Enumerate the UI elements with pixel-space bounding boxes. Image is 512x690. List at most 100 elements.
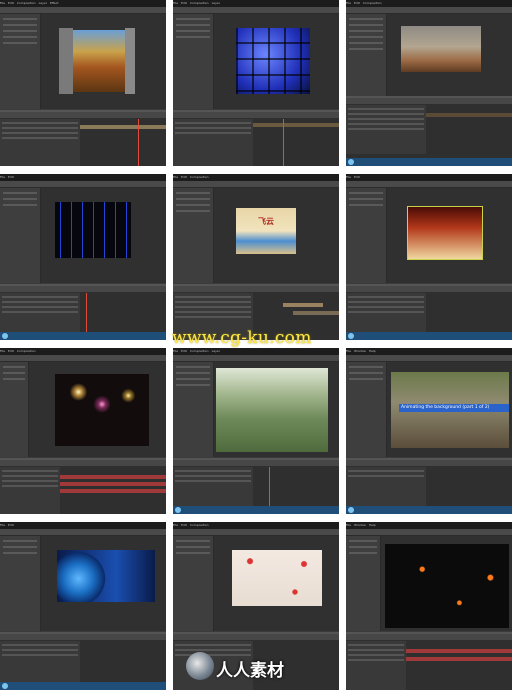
timeline-panel[interactable] <box>0 458 166 514</box>
composition-viewer[interactable] <box>214 362 339 457</box>
timeline-track[interactable] <box>426 105 512 154</box>
menu-layer[interactable]: Layer <box>39 1 47 5</box>
composition-viewer[interactable] <box>381 536 512 631</box>
project-panel[interactable] <box>0 14 41 109</box>
timeline-track[interactable] <box>80 119 166 166</box>
composition-viewer[interactable]: Animating the background (part 1 of 2) <box>387 362 512 457</box>
composition-viewer[interactable] <box>41 536 166 631</box>
taskbar[interactable] <box>0 332 166 340</box>
menu-file[interactable]: File <box>173 1 178 5</box>
timeline-track[interactable] <box>253 119 339 166</box>
layer-bar[interactable] <box>80 125 166 129</box>
menu-bar[interactable]: File Edit Composition <box>173 174 339 181</box>
timeline-track[interactable] <box>60 467 166 514</box>
menu-window[interactable]: Window <box>354 349 366 353</box>
layer-bar[interactable] <box>60 489 166 493</box>
project-panel[interactable] <box>0 362 29 457</box>
tools-panel[interactable] <box>346 7 512 14</box>
start-button-icon[interactable] <box>348 159 354 165</box>
menu-file[interactable]: File <box>0 175 5 179</box>
project-panel[interactable] <box>0 188 41 283</box>
layer-list[interactable] <box>346 105 426 154</box>
taskbar[interactable] <box>0 682 166 690</box>
menu-file[interactable]: File <box>346 1 351 5</box>
composition-viewer[interactable] <box>41 14 166 109</box>
layer-bar[interactable] <box>60 475 166 479</box>
project-panel[interactable] <box>346 14 387 109</box>
timeline-panel[interactable] <box>173 110 339 166</box>
timeline-panel[interactable] <box>0 110 166 166</box>
menu-file[interactable]: File <box>346 175 351 179</box>
project-panel[interactable] <box>346 188 387 283</box>
composition-viewer[interactable] <box>387 14 512 109</box>
menu-layer[interactable]: Layer <box>212 349 220 353</box>
menu-bar[interactable]: File Edit Composition Layer <box>173 0 339 7</box>
menu-help[interactable]: Help <box>369 523 376 527</box>
timeline-panel[interactable] <box>346 96 512 160</box>
tools-panel[interactable] <box>0 529 166 536</box>
menu-edit[interactable]: Edit <box>8 175 14 179</box>
composition-viewer[interactable] <box>387 188 512 283</box>
menu-file[interactable]: File <box>0 1 5 5</box>
tools-panel[interactable] <box>173 181 339 188</box>
start-button-icon[interactable] <box>2 683 8 689</box>
start-button-icon[interactable] <box>348 507 354 513</box>
tools-panel[interactable] <box>173 529 339 536</box>
menu-edit[interactable]: Edit <box>354 1 360 5</box>
project-panel[interactable] <box>0 536 41 631</box>
menu-bar[interactable]: File Edit <box>346 174 512 181</box>
tools-panel[interactable] <box>173 7 339 14</box>
menu-bar[interactable]: File Edit Composition <box>0 348 166 355</box>
menu-composition[interactable]: Composition <box>190 1 209 5</box>
project-panel[interactable] <box>346 362 387 457</box>
menu-file[interactable]: File <box>346 523 351 527</box>
playhead[interactable] <box>283 119 284 166</box>
menu-bar[interactable]: File Edit Composition <box>346 0 512 7</box>
project-panel[interactable] <box>173 188 214 283</box>
menu-edit[interactable]: Edit <box>181 349 187 353</box>
tools-panel[interactable] <box>346 355 512 362</box>
start-button-icon[interactable] <box>2 333 8 339</box>
menu-help[interactable]: Help <box>369 349 376 353</box>
menu-file[interactable]: File <box>0 523 5 527</box>
menu-edit[interactable]: Edit <box>181 175 187 179</box>
start-button-icon[interactable] <box>348 333 354 339</box>
composition-viewer[interactable] <box>41 188 166 283</box>
composition-viewer[interactable] <box>214 536 339 631</box>
menu-bar[interactable]: File Window Help <box>346 348 512 355</box>
taskbar[interactable] <box>346 506 512 514</box>
menu-file[interactable]: File <box>173 349 178 353</box>
start-button-icon[interactable] <box>175 507 181 513</box>
composition-viewer[interactable] <box>29 362 166 457</box>
layer-bar[interactable] <box>406 649 512 653</box>
menu-bar[interactable]: File Edit Composition Layer Effect <box>0 0 166 7</box>
layer-bar[interactable] <box>60 482 166 486</box>
taskbar[interactable] <box>346 158 512 166</box>
tools-panel[interactable] <box>173 355 339 362</box>
effects-panel[interactable] <box>173 362 214 457</box>
tools-panel[interactable] <box>346 529 512 536</box>
menu-composition[interactable]: Composition <box>190 349 209 353</box>
menu-file[interactable]: File <box>0 349 5 353</box>
tools-panel[interactable] <box>0 355 166 362</box>
playhead[interactable] <box>138 119 139 166</box>
composition-viewer[interactable]: 飞云 <box>214 188 339 283</box>
layer-list[interactable] <box>0 467 60 514</box>
menu-window[interactable]: Window <box>354 523 366 527</box>
taskbar[interactable] <box>346 332 512 340</box>
layer-bar[interactable] <box>283 303 323 307</box>
menu-composition[interactable]: Composition <box>17 349 36 353</box>
tools-panel[interactable] <box>0 7 166 14</box>
menu-composition[interactable]: Composition <box>17 1 36 5</box>
menu-bar[interactable]: File Edit <box>0 174 166 181</box>
layer-bar[interactable] <box>253 123 339 127</box>
timeline-track[interactable] <box>406 641 512 690</box>
layer-list[interactable] <box>346 641 406 690</box>
menu-effect[interactable]: Effect <box>50 1 59 5</box>
menu-bar[interactable]: File Edit <box>0 522 166 529</box>
timeline-panel[interactable] <box>346 632 512 690</box>
menu-edit[interactable]: Edit <box>8 1 14 5</box>
layer-list[interactable] <box>173 119 253 166</box>
menu-layer[interactable]: Layer <box>212 1 220 5</box>
menu-edit[interactable]: Edit <box>8 523 14 527</box>
